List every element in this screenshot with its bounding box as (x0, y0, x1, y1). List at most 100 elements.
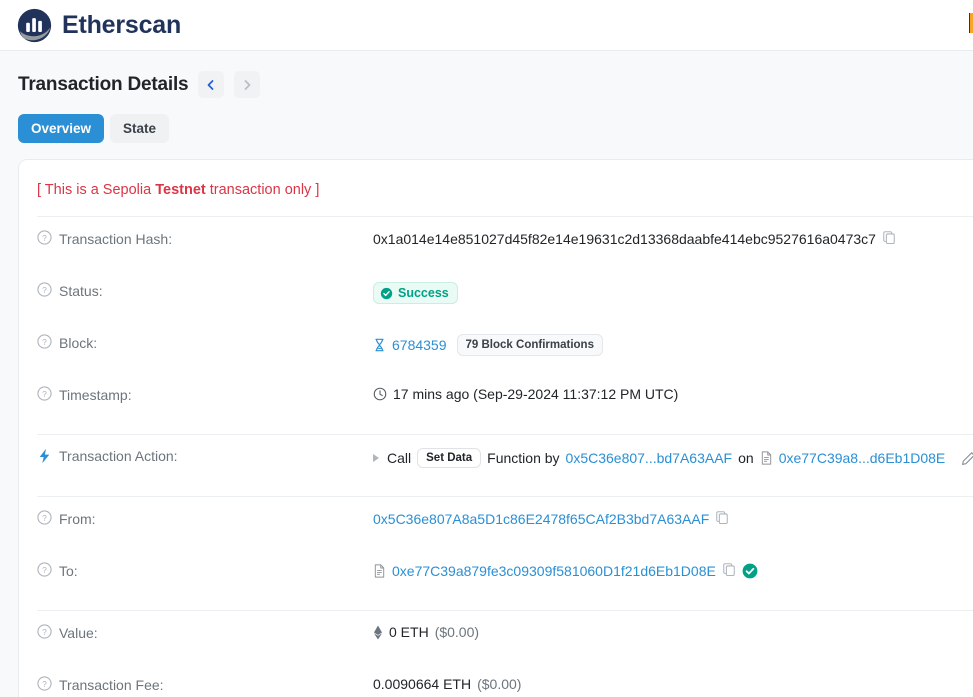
hourglass-icon (373, 338, 386, 352)
copy-icon[interactable] (722, 562, 736, 579)
label-text: Timestamp: (59, 387, 132, 403)
row-value: ? Value: 0 ETH ($0.00) (19, 622, 973, 661)
next-transaction-button[interactable] (234, 71, 261, 98)
row-timestamp: ? Timestamp: 17 mins ago (Sep-29-2024 11… (19, 384, 973, 423)
label-text: From: (59, 511, 96, 527)
testnet-banner: [ This is a Sepolia Testnet transaction … (19, 182, 973, 198)
testnet-banner-prefix: [ This is a Sepolia (37, 182, 156, 198)
value-amount: 0 ETH (389, 624, 429, 640)
pencil-edit-icon[interactable] (961, 451, 973, 466)
row-from: ? From: 0x5C36e807A8a5D1c86E2478f65CAf2B… (19, 508, 973, 547)
block-number-link[interactable]: 6784359 (392, 337, 447, 353)
function-name-chip: Set Data (417, 448, 482, 468)
transaction-details-card: [ This is a Sepolia Testnet transaction … (18, 159, 973, 697)
help-question-icon[interactable]: ? (37, 386, 52, 404)
timestamp-value: 17 mins ago (Sep-29-2024 11:37:12 PM UTC… (393, 386, 679, 402)
svg-text:?: ? (42, 285, 47, 295)
svg-text:?: ? (42, 565, 47, 575)
row-label-to: ? To: (37, 560, 373, 580)
transaction-fee-fiat: ($0.00) (477, 676, 522, 692)
etherscan-logo-icon (16, 7, 53, 44)
row-value-timestamp: 17 mins ago (Sep-29-2024 11:37:12 PM UTC… (373, 384, 678, 402)
nav-edge-accent (969, 13, 973, 33)
row-label-transaction-fee: ? Transaction Fee: (37, 674, 373, 694)
label-text: Block: (59, 335, 98, 351)
label-text: Transaction Action: (59, 448, 178, 464)
tab-overview[interactable]: Overview (18, 114, 105, 143)
svg-text:?: ? (42, 513, 47, 523)
row-label-value: ? Value: (37, 622, 373, 642)
row-transaction-action: Transaction Action: Call Set Data Functi… (19, 446, 973, 485)
label-text: Transaction Hash: (59, 231, 173, 247)
value-fiat: ($0.00) (434, 624, 480, 640)
expand-triangle-icon[interactable] (373, 454, 379, 462)
page-title: Transaction Details (18, 73, 189, 95)
top-navbar: Etherscan (0, 0, 973, 51)
help-question-icon[interactable]: ? (37, 282, 52, 300)
label-text: Status: (59, 283, 103, 299)
row-value-transaction-action: Call Set Data Function by 0x5C36e807...b… (373, 446, 973, 468)
copy-icon[interactable] (882, 230, 896, 247)
svg-text:?: ? (42, 679, 47, 689)
brand-name: Etherscan (62, 10, 182, 39)
chevron-right-icon (241, 79, 253, 91)
label-text: Value: (59, 625, 98, 641)
help-question-icon[interactable]: ? (37, 676, 52, 694)
row-value-status: Success (373, 280, 458, 304)
testnet-banner-suffix: transaction only ] (205, 182, 320, 198)
status-badge: Success (373, 282, 458, 304)
contract-document-icon (373, 563, 386, 578)
transaction-fee-amount: 0.0090664 ETH (373, 676, 472, 692)
row-label-transaction-action: Transaction Action: (37, 446, 373, 464)
help-question-icon[interactable]: ? (37, 230, 52, 248)
help-question-icon[interactable]: ? (37, 624, 52, 642)
prev-transaction-button[interactable] (198, 71, 225, 98)
clock-icon (373, 387, 387, 401)
from-address-link[interactable]: 0x5C36e807A8a5D1c86E2478f65CAf2B3bd7A63A… (373, 511, 709, 527)
row-value-to: 0xe77C39a879fe3c09309f581060D1f21d6Eb1D0… (373, 560, 758, 579)
svg-text:?: ? (42, 627, 47, 637)
row-value-value: 0 ETH ($0.00) (373, 622, 479, 640)
check-circle-icon (380, 287, 393, 300)
ethereum-diamond-icon (373, 624, 383, 640)
tab-bar: Overview State (0, 102, 973, 143)
transaction-hash-value: 0x1a014e14e851027d45f82e14e19631c2d13368… (373, 230, 876, 247)
page-header: Transaction Details (0, 51, 973, 102)
row-transaction-hash: ? Transaction Hash: 0x1a014e14e851027d45… (19, 228, 973, 267)
label-text: Transaction Fee: (59, 677, 164, 693)
verified-check-icon (742, 563, 758, 579)
action-on-text: on (738, 450, 754, 466)
testnet-banner-emphasis: Testnet (155, 182, 206, 198)
brand-logo-link[interactable]: Etherscan (16, 7, 181, 44)
svg-text:?: ? (42, 389, 47, 399)
row-value-block: 6784359 79 Block Confirmations (373, 332, 603, 356)
to-address-link[interactable]: 0xe77C39a879fe3c09309f581060D1f21d6Eb1D0… (392, 563, 716, 579)
lightning-bolt-icon (37, 448, 52, 464)
svg-text:?: ? (42, 337, 47, 347)
row-transaction-fee: ? Transaction Fee: 0.0090664 ETH ($0.00) (19, 674, 973, 697)
label-text: To: (59, 563, 78, 579)
row-label-transaction-hash: ? Transaction Hash: (37, 228, 373, 248)
svg-text:?: ? (42, 233, 47, 243)
block-confirmations-badge: 79 Block Confirmations (456, 334, 603, 356)
row-label-from: ? From: (37, 508, 373, 528)
row-value-transaction-hash: 0x1a014e14e851027d45f82e14e19631c2d13368… (373, 228, 896, 247)
help-question-icon[interactable]: ? (37, 510, 52, 528)
tab-state[interactable]: State (110, 114, 170, 143)
row-block: ? Block: 6784359 79 Block Confirmations (19, 332, 973, 371)
row-value-from: 0x5C36e807A8a5D1c86E2478f65CAf2B3bd7A63A… (373, 508, 729, 527)
row-label-block: ? Block: (37, 332, 373, 352)
row-status: ? Status: Success (19, 280, 973, 319)
row-label-status: ? Status: (37, 280, 373, 300)
action-from-address-link[interactable]: 0x5C36e807...bd7A63AAF (566, 450, 733, 466)
action-by-text: Function by (487, 450, 560, 466)
help-question-icon[interactable]: ? (37, 334, 52, 352)
action-call-text: Call (387, 450, 412, 466)
chevron-left-icon (205, 79, 217, 91)
copy-icon[interactable] (715, 510, 729, 527)
help-question-icon[interactable]: ? (37, 562, 52, 580)
row-value-transaction-fee: 0.0090664 ETH ($0.00) (373, 674, 521, 692)
action-contract-address-link[interactable]: 0xe77C39a8...d6Eb1D08E (779, 450, 946, 466)
row-label-timestamp: ? Timestamp: (37, 384, 373, 404)
row-to: ? To: 0xe77C39a879fe3c09309f581060D1f21d… (19, 560, 973, 599)
